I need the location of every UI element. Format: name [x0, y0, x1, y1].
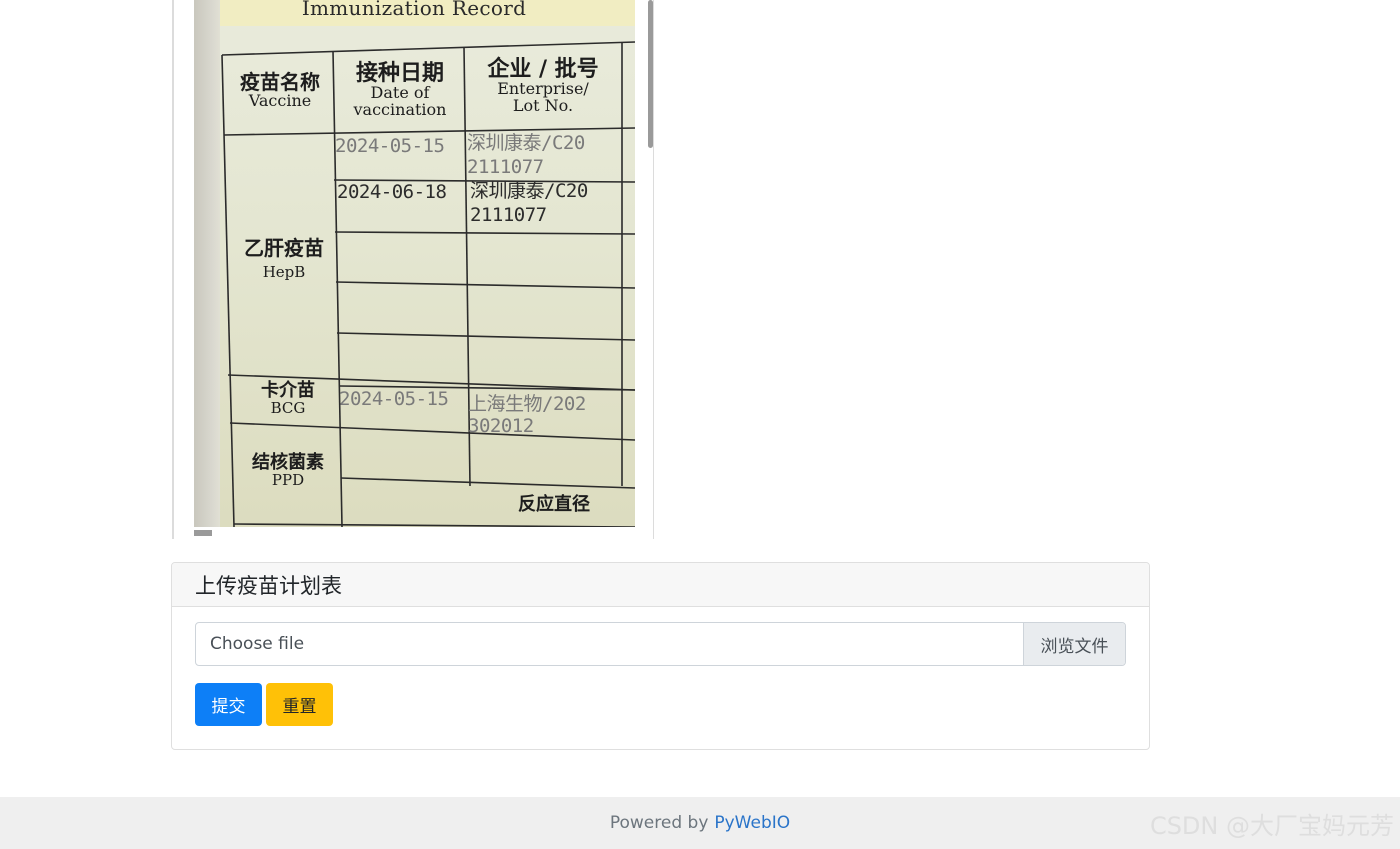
entry-3-lot-line2: 302012 — [468, 415, 534, 437]
upload-card-header: 上传疫苗计划表 — [172, 563, 1149, 607]
header-date: 接种日期 Date of vaccination — [353, 61, 447, 119]
pywebio-link[interactable]: PyWebIO — [714, 813, 790, 833]
entry-1-date: 2024-05-15 — [335, 135, 445, 157]
header-vaccine: 疫苗名称 Vaccine — [240, 70, 320, 110]
upload-card: 上传疫苗计划表 Choose file 浏览文件 提交 重置 — [171, 562, 1150, 750]
footer-powered-by: Powered by — [609, 813, 709, 833]
image-output-frame[interactable]: Immunization Record 疫苗名称 Vaccine 接种日期 Da… — [172, 0, 654, 539]
row-label-hepb: 乙肝疫苗 HepB — [244, 236, 324, 281]
entry-2-date: 2024-06-18 — [337, 181, 447, 203]
watermark: CSDN @大厂宝妈元芳 — [1149, 812, 1394, 840]
entry-3-lot-line1: 上海生物/202 — [468, 393, 586, 415]
entry-2-lot-line2: 2111077 — [470, 204, 547, 226]
entry-1-lot-line2: 2111077 — [467, 156, 544, 178]
browse-file-button[interactable]: 浏览文件 — [1023, 623, 1125, 665]
reaction-diameter-label: 反应直径 — [518, 494, 590, 515]
immunization-record-photo: Immunization Record 疫苗名称 Vaccine 接种日期 Da… — [194, 0, 635, 527]
image-scrollbar[interactable] — [648, 0, 653, 148]
reset-button[interactable]: 重置 — [266, 683, 333, 726]
file-input[interactable]: Choose file 浏览文件 — [195, 622, 1126, 666]
upload-card-title: 上传疫苗计划表 — [195, 573, 342, 598]
entry-1-lot-line1: 深圳康泰/C20 — [467, 132, 585, 154]
header-enterprise: 企业 / 批号 Enterprise/ Lot No. — [487, 57, 599, 115]
entry-3-date: 2024-05-15 — [339, 388, 449, 410]
row-label-bcg: 卡介苗 BCG — [261, 380, 315, 417]
entry-2-lot-line1: 深圳康泰/C20 — [470, 180, 588, 202]
file-input-label[interactable]: Choose file — [196, 623, 1023, 665]
image-caption-stub — [194, 530, 212, 536]
row-label-ppd: 结核菌素 PPD — [252, 452, 324, 489]
submit-button[interactable]: 提交 — [195, 683, 262, 726]
